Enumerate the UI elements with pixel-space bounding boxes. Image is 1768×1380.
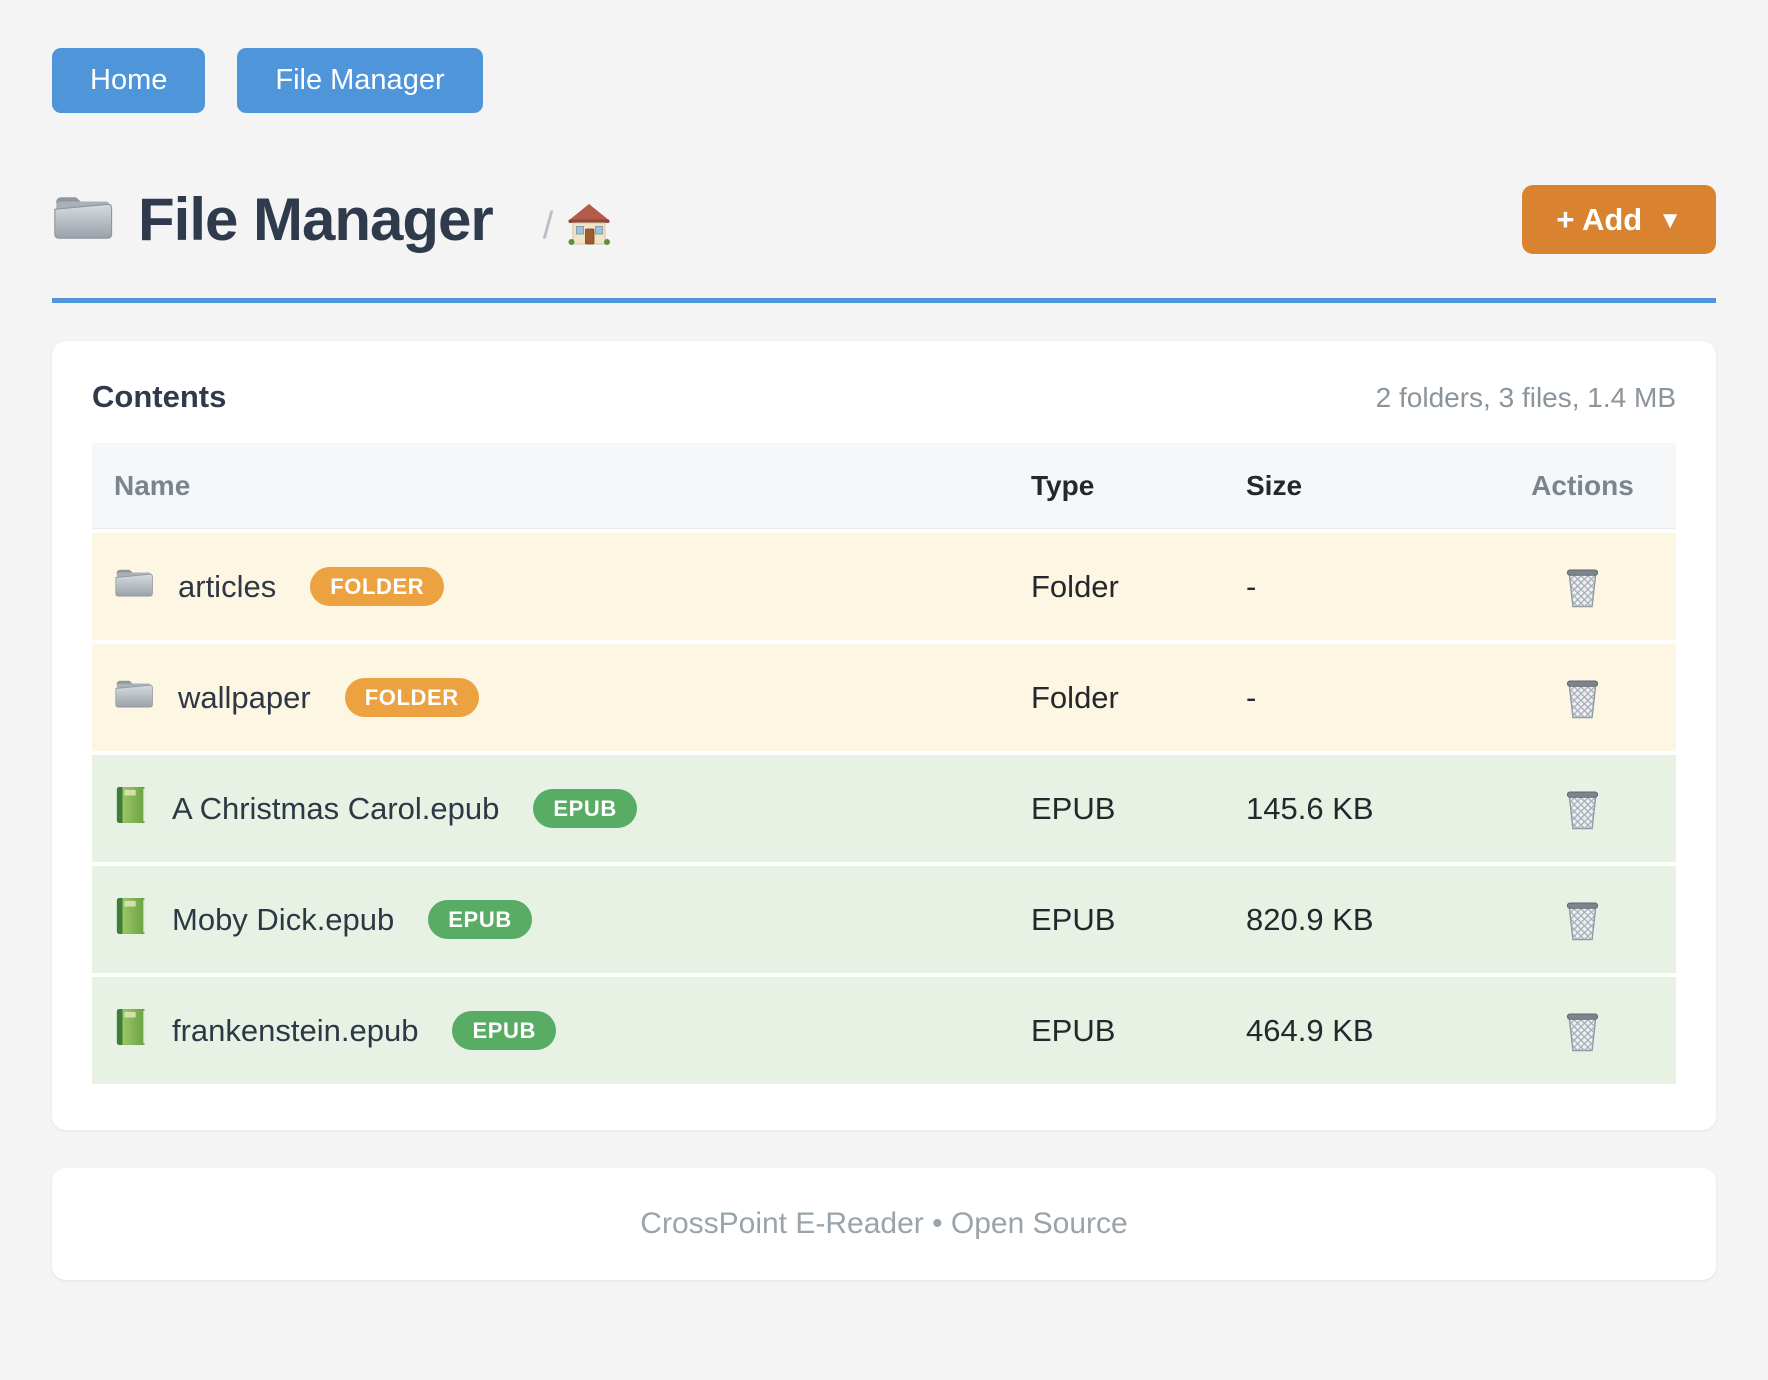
file-type: EPUB	[1009, 1013, 1224, 1049]
file-table: Name Type Size Actions articles	[92, 443, 1676, 1084]
breadcrumb-separator: /	[543, 205, 554, 248]
contents-summary: 2 folders, 3 files, 1.4 MB	[1376, 382, 1676, 414]
file-type: Folder	[1009, 569, 1224, 605]
book-icon	[114, 1007, 148, 1055]
add-button-label: + Add	[1556, 204, 1642, 235]
table-row: articles FOLDER Folder -	[92, 533, 1676, 640]
table-row: wallpaper FOLDER Folder -	[92, 644, 1676, 751]
delete-button[interactable]	[1560, 894, 1605, 946]
file-size: -	[1224, 569, 1489, 605]
table-row: Moby Dick.epub EPUB EPUB 820.9 KB	[92, 866, 1676, 973]
home-icon[interactable]	[567, 203, 611, 250]
column-header-type: Type	[1009, 470, 1224, 502]
delete-button[interactable]	[1560, 783, 1605, 835]
book-icon	[114, 785, 148, 833]
contents-heading: Contents	[92, 379, 226, 415]
nav-home-button[interactable]: Home	[52, 48, 205, 113]
trash-icon	[1564, 597, 1601, 612]
top-nav: Home File Manager	[52, 48, 1716, 113]
file-size: -	[1224, 680, 1489, 716]
breadcrumb: /	[543, 203, 612, 250]
table-header-row: Name Type Size Actions	[92, 443, 1676, 529]
epub-badge: EPUB	[428, 900, 532, 939]
delete-button[interactable]	[1560, 672, 1605, 724]
file-name-link[interactable]: frankenstein.epub	[172, 1013, 418, 1049]
file-name-link[interactable]: wallpaper	[178, 680, 311, 716]
footer-text: CrossPoint E-Reader • Open Source	[640, 1207, 1127, 1241]
file-size: 464.9 KB	[1224, 1013, 1489, 1049]
delete-button[interactable]	[1560, 561, 1605, 613]
file-type: EPUB	[1009, 791, 1224, 827]
column-header-actions: Actions	[1489, 470, 1676, 502]
file-name-link[interactable]: Moby Dick.epub	[172, 902, 394, 938]
folder-badge: FOLDER	[310, 567, 444, 606]
add-button[interactable]: + Add ▼	[1522, 185, 1716, 254]
table-row: frankenstein.epub EPUB EPUB 464.9 KB	[92, 977, 1676, 1084]
file-size: 145.6 KB	[1224, 791, 1489, 827]
file-name-link[interactable]: articles	[178, 569, 276, 605]
nav-file-manager-button[interactable]: File Manager	[237, 48, 482, 113]
folder-icon	[114, 565, 154, 608]
page-title: File Manager	[138, 185, 493, 254]
trash-icon	[1564, 930, 1601, 945]
trash-icon	[1564, 819, 1601, 834]
title-divider	[52, 298, 1716, 303]
file-type: Folder	[1009, 680, 1224, 716]
file-name-link[interactable]: A Christmas Carol.epub	[172, 791, 499, 827]
file-size: 820.9 KB	[1224, 902, 1489, 938]
table-row: A Christmas Carol.epub EPUB EPUB 145.6 K…	[92, 755, 1676, 862]
folder-badge: FOLDER	[345, 678, 479, 717]
column-header-size: Size	[1224, 470, 1489, 502]
file-manager-page: Home File Manager File Manager /	[0, 0, 1768, 1280]
epub-badge: EPUB	[452, 1011, 556, 1050]
column-header-name: Name	[92, 470, 1009, 502]
delete-button[interactable]	[1560, 1005, 1605, 1057]
footer-card: CrossPoint E-Reader • Open Source	[52, 1168, 1716, 1280]
trash-icon	[1564, 708, 1601, 723]
epub-badge: EPUB	[533, 789, 637, 828]
contents-card: Contents 2 folders, 3 files, 1.4 MB Name…	[52, 341, 1716, 1130]
folder-icon	[52, 190, 114, 249]
folder-icon	[114, 676, 154, 719]
file-type: EPUB	[1009, 902, 1224, 938]
book-icon	[114, 896, 148, 944]
page-header: File Manager / + A	[52, 185, 1716, 254]
caret-down-icon: ▼	[1658, 209, 1682, 233]
trash-icon	[1564, 1041, 1601, 1056]
